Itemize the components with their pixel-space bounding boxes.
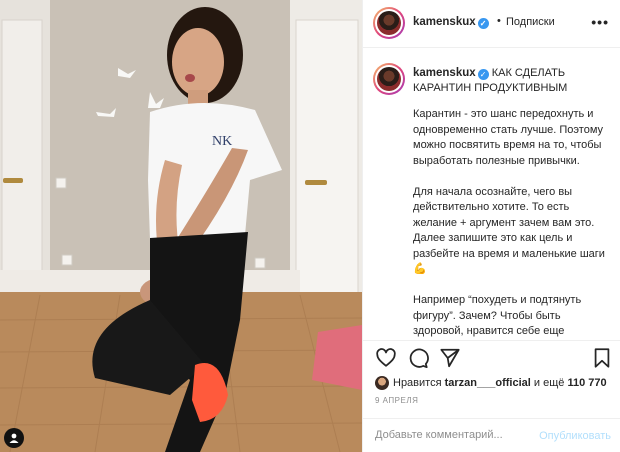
shirt-print: NK [212, 134, 232, 149]
caption-paragraph: Карантин - это шанс передохнуть и одновр… [413, 108, 604, 167]
action-bar [363, 340, 620, 374]
likes-summary[interactable]: Нравится tarzan___official и ещё 110 770 [375, 374, 615, 392]
more-dots-icon[interactable]: ••• [591, 14, 609, 30]
verified-badge-icon: ✓ [477, 18, 489, 29]
liker-username[interactable]: tarzan___official [445, 377, 531, 389]
avatar[interactable] [373, 63, 405, 95]
caption-body: Карантин - это шанс передохнуть и одновр… [413, 107, 609, 339]
caption-username[interactable]: kamenskux [413, 67, 476, 79]
username-text[interactable]: kamenskux [413, 16, 476, 28]
heart-icon[interactable] [375, 347, 397, 369]
header-username[interactable]: kamenskux ✓ [413, 16, 489, 29]
post-side-panel: kamenskux ✓ • Подписки ••• kamenskux ✓ КАК… [362, 0, 620, 452]
share-icon[interactable] [439, 347, 461, 369]
caption-header: kamenskux ✓ КАК СДЕЛАТЬ КАРАНТИН ПРОДУКТИ… [413, 66, 609, 96]
avatar[interactable] [373, 7, 405, 39]
caption-paragraph: Например “похудеть и подтянуть фигуру”. … [413, 294, 582, 337]
comment-icon[interactable] [407, 347, 429, 369]
verified-badge-icon: ✓ [477, 69, 489, 80]
liker-avatar[interactable] [375, 376, 389, 390]
publish-button[interactable]: Опубликовать [539, 430, 611, 442]
following-button[interactable]: Подписки [506, 16, 555, 28]
header-separator: • [497, 15, 501, 27]
comment-input[interactable] [375, 429, 525, 441]
post-header: kamenskux ✓ • Подписки ••• [363, 0, 620, 48]
caption-scroll-area[interactable]: kamenskux ✓ КАК СДЕЛАТЬ КАРАНТИН ПРОДУКТИ… [363, 49, 620, 339]
likes-count[interactable]: 110 770 [567, 377, 606, 389]
comment-bar: Опубликовать [363, 418, 620, 452]
likes-joiner: и ещё [533, 377, 565, 389]
tag-people-button[interactable] [4, 428, 24, 448]
photo-illustration: NK [0, 0, 362, 452]
likes-prefix: Нравится [393, 377, 442, 389]
post-date[interactable]: 9 апреля [375, 396, 418, 405]
post-photo[interactable]: NK [0, 0, 362, 452]
bookmark-icon[interactable] [591, 347, 613, 369]
caption-paragraph: Для начала осознайте, чего вы действител… [413, 185, 605, 276]
user-tag-icon [9, 433, 19, 443]
